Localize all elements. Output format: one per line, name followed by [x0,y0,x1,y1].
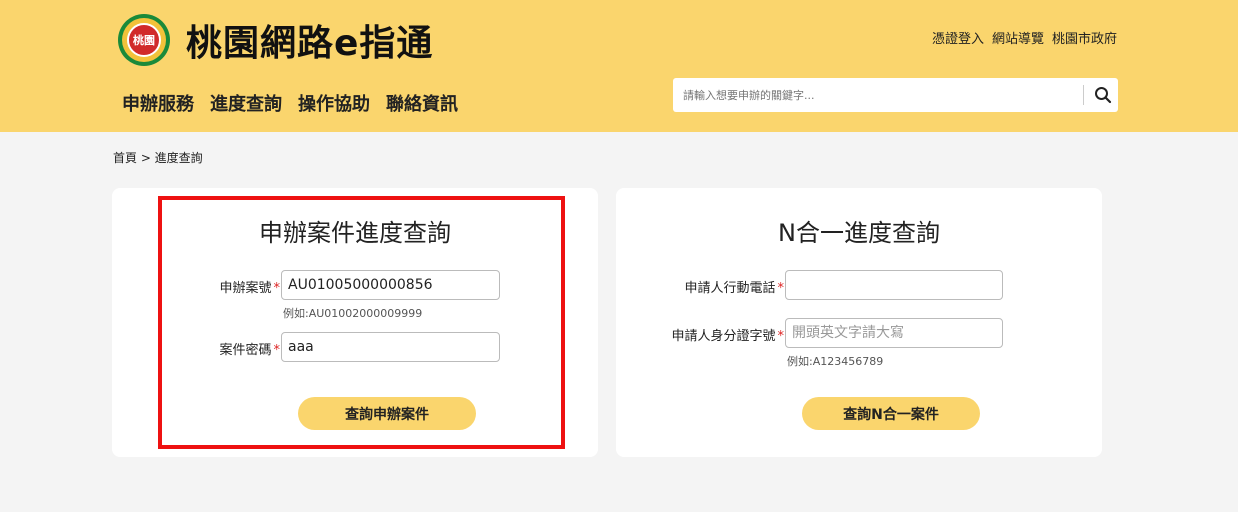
password-input[interactable] [281,332,500,362]
n-in-one-card: N合一進度查詢 申請人行動電話* 申請人身分證字號* 例如:A123456789… [616,188,1102,457]
nav-item-apply-services[interactable]: 申辦服務 [122,90,194,116]
case-no-hint: 例如:AU01002000009999 [283,307,423,320]
search-bar [673,78,1118,112]
phone-label-text: 申請人行動電話 [684,281,776,296]
nav-item-help[interactable]: 操作協助 [298,90,370,116]
logo-text: 桃園 [127,23,161,57]
phone-input[interactable] [785,270,1003,300]
password-label-text: 案件密碼 [219,343,272,358]
case-no-label: 申辦案號 * [172,277,280,296]
case-progress-title: 申辦案件進度查詢 [259,219,451,247]
logo-ring: 桃園 [122,18,166,62]
id-no-label-text: 申請人身分證字號 [671,329,776,344]
main-nav: 申辦服務 進度查詢 操作協助 聯絡資訊 [122,90,458,116]
taoyuan-logo-icon[interactable]: 桃園 [118,14,170,66]
top-links: 憑證登入 網站導覽 桃園市政府 [932,28,1117,47]
required-mark: * [777,281,785,296]
required-mark: * [273,281,281,296]
search-input[interactable] [673,78,1081,112]
query-case-button[interactable]: 查詢申辦案件 [298,397,476,430]
id-no-label: 申請人身分證字號 * [626,325,784,344]
search-button[interactable] [1087,78,1118,112]
city-government-link[interactable]: 桃園市政府 [1052,28,1117,47]
password-label: 案件密碼 * [172,339,280,358]
sitemap-link[interactable]: 網站導覽 [992,28,1044,47]
breadcrumb[interactable]: 首頁 > 進度查詢 [113,149,203,166]
id-no-hint: 例如:A123456789 [787,355,884,368]
nav-item-contact[interactable]: 聯絡資訊 [386,90,458,116]
required-mark: * [273,343,281,358]
query-n-in-one-button[interactable]: 查詢N合一案件 [802,397,980,430]
site-title[interactable]: 桃園網路e指通 [186,14,433,66]
id-no-input[interactable] [785,318,1003,348]
search-icon [1094,87,1111,104]
required-mark: * [777,329,785,344]
n-in-one-title: N合一進度查詢 [778,219,940,247]
case-no-label-text: 申辦案號 [219,281,272,296]
case-no-input[interactable] [281,270,500,300]
nav-item-progress-query[interactable]: 進度查詢 [210,90,282,116]
cert-login-link[interactable]: 憑證登入 [932,28,984,47]
site-header: 桃園 桃園網路e指通 憑證登入 網站導覽 桃園市政府 申辦服務 進度查詢 操作協… [0,0,1238,132]
search-divider [1083,85,1084,105]
case-progress-card: 申辦案件進度查詢 申辦案號* 例如:AU01002000009999 案件密碼*… [112,188,598,457]
phone-label: 申請人行動電話 * [636,277,784,296]
